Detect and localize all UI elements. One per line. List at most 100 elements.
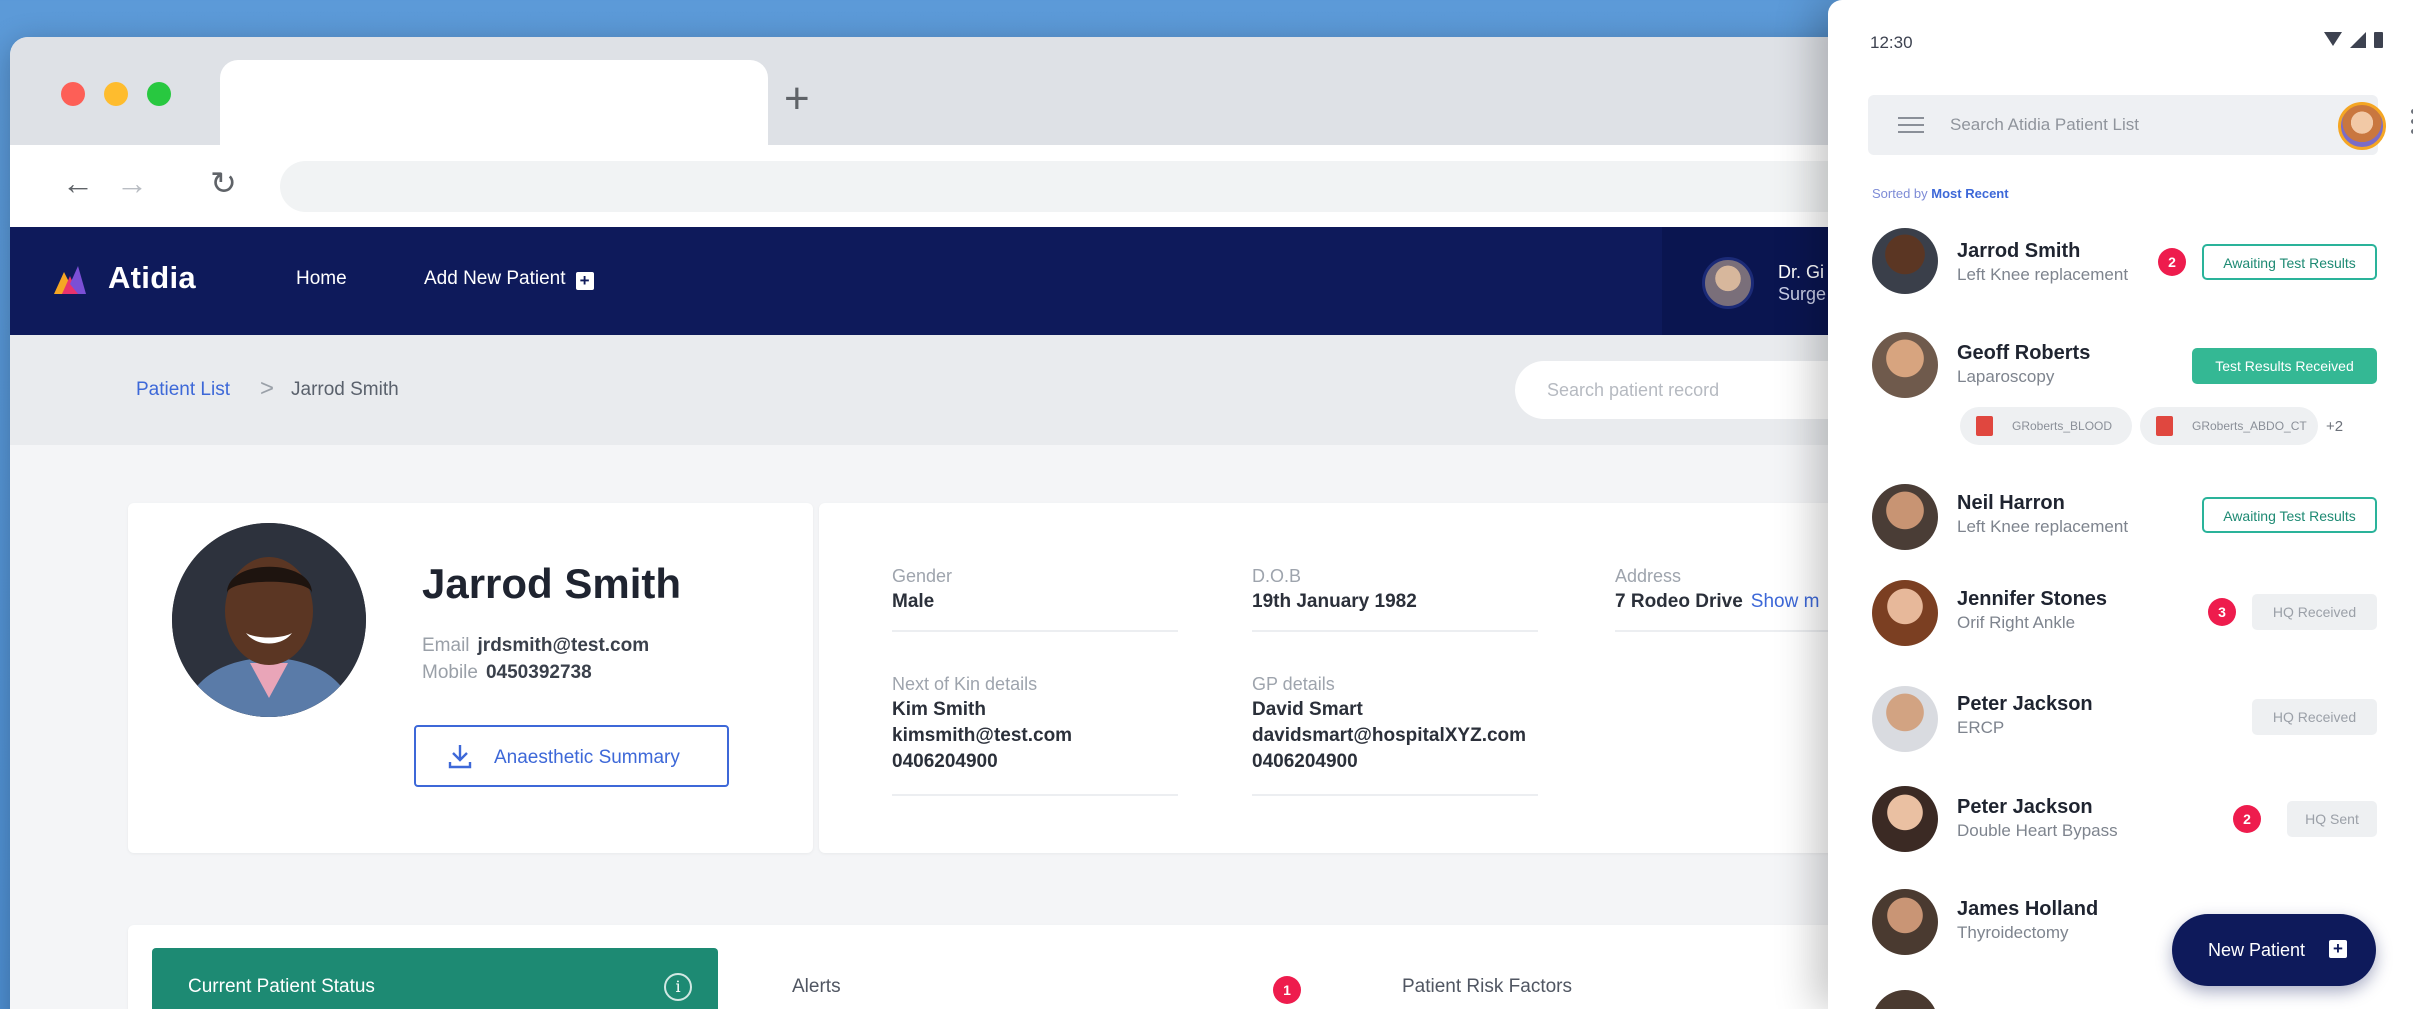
patient-name: Peter Jackson — [1957, 796, 2093, 818]
patient-name: Jarrod Smith — [422, 560, 682, 607]
atidia-logo-icon — [54, 266, 86, 294]
mobile-search-placeholder: Search Atidia Patient List — [1950, 115, 2140, 134]
pdf-file-icon — [1976, 416, 1993, 436]
doctor-name: Dr. Gi Surge — [1778, 261, 1826, 305]
kin-divider — [892, 794, 1178, 796]
alerts-panel[interactable]: Alerts 1 — [762, 948, 1327, 1009]
anaesthetic-summary-label: Anaesthetic Summary — [494, 747, 680, 768]
reload-icon[interactable]: ↻ — [210, 167, 237, 199]
plus-icon: + — [575, 272, 594, 290]
gp-name: David Smart — [1252, 699, 1363, 720]
show-more-link[interactable]: Show m — [1751, 591, 1820, 612]
file-attachment-chip[interactable]: GRoberts_BLOOD — [1960, 407, 2132, 445]
address-divider — [1615, 630, 1828, 632]
patient-avatar — [1872, 686, 1938, 752]
email-label: Email — [422, 635, 470, 656]
sort-prefix: Sorted by — [1872, 186, 1928, 201]
dob-divider — [1252, 630, 1538, 632]
mobile-search-input[interactable]: Search Atidia Patient List — [1868, 95, 2413, 155]
mobile-label: Mobile — [422, 662, 478, 683]
plus-icon: + — [2329, 940, 2347, 958]
patient-procedure: Thyroidectomy — [1957, 923, 2069, 942]
patient-procedure: ERCP — [1957, 718, 2005, 737]
nav-add-patient-link[interactable]: Add New Patient + — [424, 268, 594, 290]
patient-avatar — [1872, 990, 1938, 1009]
current-patient-status-title: Current Patient Status — [188, 976, 375, 997]
hamburger-menu-icon[interactable] — [1898, 117, 1924, 133]
patient-email: Email jrdsmith@test.com — [422, 635, 649, 657]
new-patient-fab-button[interactable]: New Patient + — [2172, 914, 2376, 986]
breadcrumb-current: Jarrod Smith — [291, 379, 399, 400]
status-pill[interactable]: HQ Sent — [2287, 801, 2377, 837]
forward-arrow-icon[interactable]: → — [116, 167, 148, 199]
patient-avatar — [1872, 580, 1938, 646]
kin-label: Next of Kin details — [892, 674, 1038, 694]
nav-home-link[interactable]: Home — [296, 268, 347, 290]
patient-avatar — [1872, 228, 1938, 294]
kin-name: Kim Smith — [892, 699, 986, 720]
brand-name[interactable]: Atidia — [108, 260, 196, 296]
kin-email: kimsmith@test.com — [892, 725, 1073, 746]
back-arrow-icon[interactable]: ← — [62, 167, 94, 199]
patient-procedure: Laparoscopy — [1957, 367, 2055, 386]
mobile-patient-list-panel: 12:30 Search Atidia Patient List Sorted … — [1828, 0, 2413, 1009]
patient-name: Geoff Roberts — [1957, 342, 2091, 364]
status-pill[interactable]: Awaiting Test Results — [2202, 497, 2377, 533]
status-pill[interactable]: HQ Received — [2252, 699, 2377, 735]
notification-badge: 2 — [2158, 248, 2186, 276]
address-text: 7 Rodeo Drive — [1615, 591, 1743, 612]
search-placeholder: Search patient record — [1547, 380, 1720, 400]
patient-avatar — [1872, 786, 1938, 852]
notification-badge: 3 — [2208, 598, 2236, 626]
patient-name: Jennifer Stones — [1957, 588, 2108, 610]
alerts-title: Alerts — [792, 976, 841, 997]
new-tab-button[interactable]: + — [784, 77, 810, 121]
dob-label: D.O.B — [1252, 566, 1302, 586]
status-pill[interactable]: HQ Received — [2252, 594, 2377, 630]
current-patient-status-panel[interactable]: Current Patient Status i — [152, 948, 718, 1009]
gp-divider — [1252, 794, 1538, 796]
gender-label: Gender — [892, 566, 953, 586]
notification-badge: 2 — [2233, 805, 2261, 833]
pdf-file-icon — [2156, 416, 2173, 436]
user-avatar[interactable] — [2338, 102, 2386, 150]
file-attachment-chip[interactable]: GRoberts_ABDO_CT — [2140, 407, 2318, 445]
more-files-count[interactable]: +2 — [2326, 418, 2343, 435]
address-value: 7 Rodeo Drive Show m — [1615, 589, 1819, 615]
file-name: GRoberts_ABDO_CT — [2192, 419, 2307, 433]
patient-avatar — [1872, 332, 1938, 398]
info-icon[interactable]: i — [664, 973, 692, 1001]
patient-name: James Holland — [1957, 898, 2099, 920]
window-maximize-button[interactable] — [147, 82, 171, 106]
sort-indicator[interactable]: Sorted by Most Recent — [1872, 186, 2009, 201]
status-pill[interactable]: Awaiting Test Results — [2202, 244, 2377, 280]
gender-divider — [892, 630, 1178, 632]
patient-name: Peter Jackson — [1957, 693, 2093, 715]
patient-procedure: Double Heart Bypass — [1957, 821, 2118, 840]
download-icon — [448, 745, 472, 769]
gp-label: GP details — [1252, 674, 1335, 694]
patient-name: Jarrod Smith — [1957, 240, 2081, 262]
breadcrumb-patient-list-link[interactable]: Patient List — [136, 379, 230, 401]
nav-add-patient-label: Add New Patient — [424, 268, 566, 289]
gp-phone: 0406204900 — [1252, 751, 1358, 772]
patient-avatar — [1872, 889, 1938, 955]
gender-value: Male — [892, 591, 935, 612]
mobile-value[interactable]: 0450392738 — [486, 662, 592, 683]
window-close-button[interactable] — [61, 82, 85, 106]
kin-phone: 0406204900 — [892, 751, 998, 772]
patient-risk-factors-title: Patient Risk Factors — [1402, 976, 1572, 997]
browser-tab-active[interactable] — [220, 60, 768, 145]
anaesthetic-summary-button[interactable]: Anaesthetic Summary — [414, 725, 729, 787]
patient-avatar — [172, 523, 366, 717]
patient-name: Neil Harron — [1957, 492, 2065, 514]
dob-value: 19th January 1982 — [1252, 591, 1417, 612]
doctor-avatar[interactable] — [1702, 257, 1754, 309]
chevron-right-icon: > — [260, 375, 275, 402]
patient-avatar — [1872, 484, 1938, 550]
alerts-count-badge: 1 — [1273, 976, 1301, 1004]
status-pill[interactable]: Test Results Received — [2192, 348, 2377, 384]
email-value[interactable]: jrdsmith@test.com — [478, 635, 650, 656]
window-minimize-button[interactable] — [104, 82, 128, 106]
patient-procedure: Left Knee replacement — [1957, 265, 2129, 284]
